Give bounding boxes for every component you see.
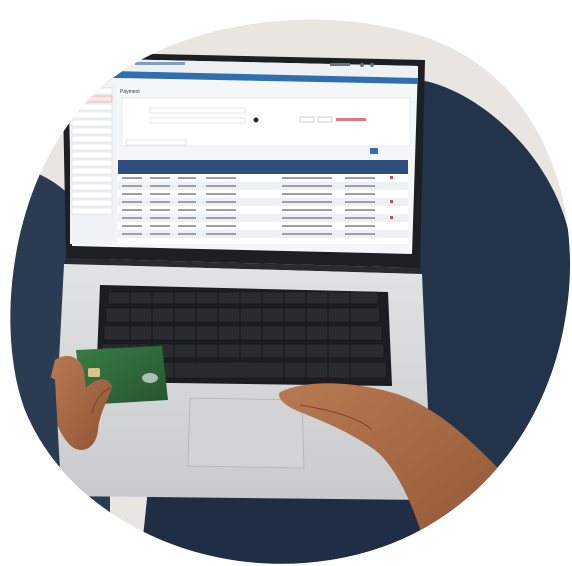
photo-scene: Payment bbox=[0, 0, 572, 566]
card-chip-icon bbox=[88, 368, 100, 377]
reset-button[interactable] bbox=[317, 116, 333, 123]
filter-select[interactable] bbox=[125, 139, 187, 146]
search-field-2[interactable] bbox=[149, 117, 246, 124]
page-button[interactable] bbox=[370, 148, 378, 154]
info-icon bbox=[253, 117, 259, 123]
app-sidebar bbox=[70, 84, 116, 244]
search-button[interactable] bbox=[299, 116, 315, 123]
trackpad bbox=[187, 397, 305, 469]
app-logo-icon bbox=[73, 60, 83, 70]
page-heading: Payment bbox=[120, 89, 140, 95]
results-table bbox=[118, 160, 408, 244]
search-form bbox=[121, 97, 411, 154]
table-header bbox=[118, 160, 408, 174]
search-field-1[interactable] bbox=[149, 107, 246, 114]
card-brand-icon bbox=[142, 373, 158, 383]
laptop-payment-photo: Payment bbox=[10, 19, 571, 564]
